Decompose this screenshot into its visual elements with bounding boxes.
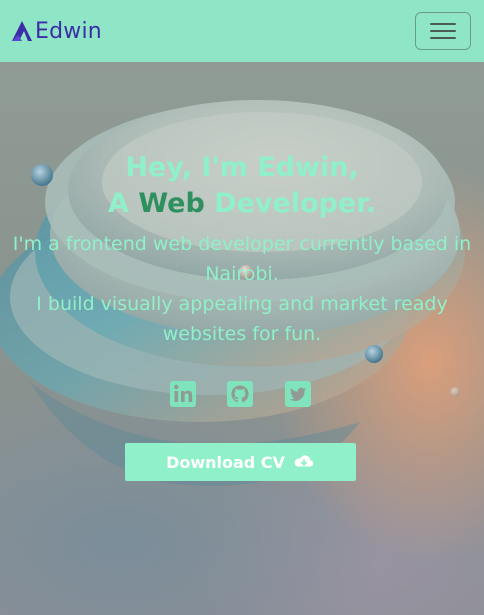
cloud-download-icon	[294, 455, 314, 467]
twitter-icon[interactable]	[284, 380, 312, 408]
a-logo-icon	[12, 21, 32, 41]
brand-link[interactable]: Edwin	[10, 17, 102, 45]
greeting-accent-word: Web	[138, 188, 205, 219]
navbar: Edwin	[0, 0, 484, 62]
social-links	[0, 380, 484, 410]
brand-name: Edwin	[35, 18, 102, 44]
hamburger-icon	[430, 21, 456, 41]
intro-line2: I build visually appealing and market re…	[36, 293, 448, 345]
linkedin-icon[interactable]	[169, 380, 197, 408]
download-cv-button[interactable]: Download CV	[125, 443, 356, 481]
hero-intro: I'm a frontend web developer currently b…	[6, 229, 478, 349]
hero-section: Hey, I'm Edwin, A Web Developer. I'm a f…	[0, 62, 484, 615]
intro-line1: I'm a frontend web developer currently b…	[12, 233, 472, 285]
hero-content: Hey, I'm Edwin, A Web Developer. I'm a f…	[0, 62, 484, 615]
download-cv-label: Download CV	[166, 452, 285, 472]
greeting-suffix: Developer.	[204, 188, 376, 219]
menu-toggle-button[interactable]	[415, 12, 471, 50]
greeting-line1: Hey, I'm Edwin,	[125, 152, 359, 183]
github-icon[interactable]	[226, 380, 254, 408]
hero-heading: Hey, I'm Edwin, A Web Developer.	[0, 150, 484, 222]
greeting-prefix: A	[108, 188, 139, 219]
